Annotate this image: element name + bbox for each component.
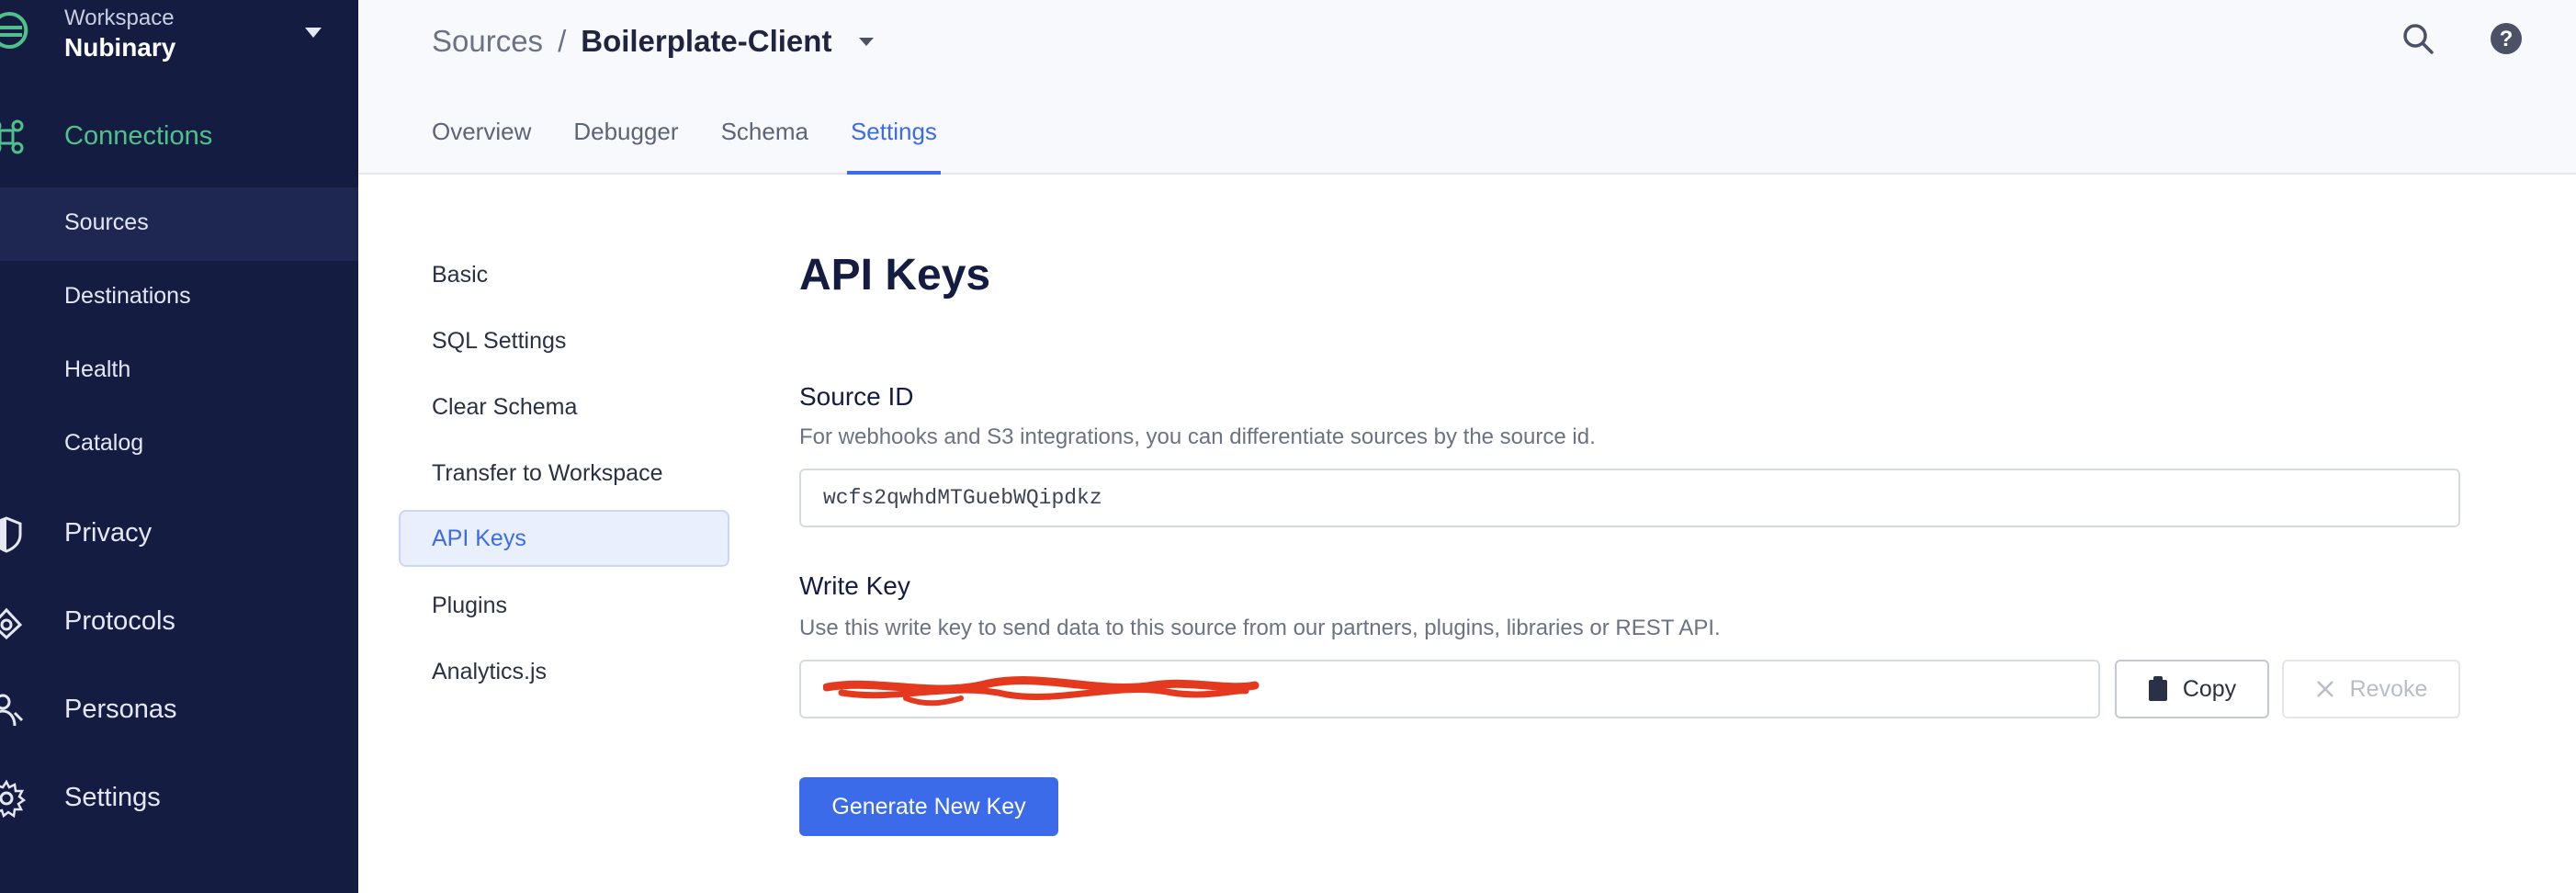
breadcrumb-current: Boilerplate-Client bbox=[581, 24, 832, 58]
workspace-label: Workspace bbox=[64, 6, 175, 30]
write-key-field[interactable] bbox=[799, 660, 2100, 718]
workspace-name: Nubinary bbox=[64, 33, 176, 62]
nav-settings[interactable]: Settings bbox=[0, 770, 358, 825]
nav-privacy[interactable]: Privacy bbox=[0, 505, 358, 560]
sidebar: Workspace Nubinary Connections Sources D… bbox=[0, 0, 358, 893]
sidebar-item-label: Sources bbox=[64, 209, 149, 235]
source-switcher-chevron-icon[interactable] bbox=[859, 37, 875, 46]
settings-menu-api-keys[interactable]: API Keys bbox=[399, 510, 729, 567]
write-key-help: Use this write key to send data to this … bbox=[799, 616, 1721, 640]
tab-schema[interactable]: Schema bbox=[721, 118, 808, 173]
source-id-label: Source ID bbox=[799, 382, 914, 411]
search-icon[interactable] bbox=[2400, 20, 2436, 57]
revoke-button[interactable]: Revoke bbox=[2282, 660, 2460, 718]
sidebar-item-sources[interactable]: Sources bbox=[0, 187, 358, 261]
nav-connections[interactable]: Connections bbox=[0, 108, 358, 164]
personas-icon bbox=[0, 694, 24, 727]
tab-settings[interactable]: Settings bbox=[846, 118, 941, 175]
nav-settings-label: Settings bbox=[64, 782, 161, 812]
breadcrumb: Sources / Boilerplate-Client bbox=[432, 24, 875, 59]
chevron-down-icon[interactable] bbox=[305, 28, 322, 38]
copy-button-label: Copy bbox=[2182, 675, 2237, 702]
settings-menu-basic[interactable]: Basic bbox=[399, 246, 729, 303]
sidebar-item-destinations[interactable]: Destinations bbox=[0, 261, 358, 334]
revoke-button-label: Revoke bbox=[2349, 675, 2428, 702]
generate-new-key-button[interactable]: Generate New Key bbox=[799, 777, 1058, 836]
gear-icon bbox=[0, 779, 26, 818]
settings-menu-sql-settings[interactable]: SQL Settings bbox=[399, 312, 729, 369]
tab-overview[interactable]: Overview bbox=[432, 118, 531, 173]
nav-personas[interactable]: Personas bbox=[0, 682, 358, 737]
settings-menu-transfer[interactable]: Transfer to Workspace bbox=[399, 445, 729, 502]
sidebar-item-catalog[interactable]: Catalog bbox=[0, 408, 358, 481]
copy-button[interactable]: Copy bbox=[2115, 660, 2269, 718]
page-header: Sources / Boilerplate-Client ? Overview … bbox=[358, 0, 2576, 175]
page-title: API Keys bbox=[799, 251, 991, 300]
nav-protocols[interactable]: Protocols bbox=[0, 593, 358, 649]
write-key-label: Write Key bbox=[799, 571, 910, 600]
sidebar-item-label: Catalog bbox=[64, 430, 144, 456]
source-id-help: For webhooks and S3 integrations, you ca… bbox=[799, 424, 1596, 449]
breadcrumb-separator: / bbox=[558, 24, 567, 58]
settings-menu-plugins[interactable]: Plugins bbox=[399, 577, 729, 634]
svg-text:?: ? bbox=[2500, 27, 2514, 51]
segment-logo-icon bbox=[0, 12, 28, 49]
nav-protocols-label: Protocols bbox=[64, 605, 175, 636]
sidebar-item-label: Destinations bbox=[64, 283, 191, 309]
connections-icon bbox=[0, 119, 24, 154]
sidebar-item-health[interactable]: Health bbox=[0, 334, 358, 408]
help-icon[interactable]: ? bbox=[2488, 20, 2525, 57]
source-id-field[interactable]: wcfs2qwhdMTGuebWQipdkz bbox=[799, 469, 2460, 527]
redaction-mark bbox=[823, 676, 1260, 706]
close-icon bbox=[2316, 681, 2333, 697]
nav-connections-label: Connections bbox=[64, 120, 213, 151]
nav-personas-label: Personas bbox=[64, 694, 177, 724]
tab-bar: Overview Debugger Schema Settings bbox=[432, 118, 979, 175]
tab-debugger[interactable]: Debugger bbox=[573, 118, 678, 173]
breadcrumb-sources-link[interactable]: Sources bbox=[432, 24, 543, 59]
sidebar-item-label: Health bbox=[64, 356, 131, 382]
settings-menu-analytics-js[interactable]: Analytics.js bbox=[399, 643, 729, 700]
protocols-icon bbox=[0, 607, 23, 640]
clipboard-icon bbox=[2148, 676, 2167, 701]
workspace-switcher[interactable]: Workspace Nubinary bbox=[0, 0, 358, 73]
nav-privacy-label: Privacy bbox=[64, 517, 153, 548]
settings-menu-clear-schema[interactable]: Clear Schema bbox=[399, 379, 729, 435]
shield-icon bbox=[0, 516, 22, 553]
